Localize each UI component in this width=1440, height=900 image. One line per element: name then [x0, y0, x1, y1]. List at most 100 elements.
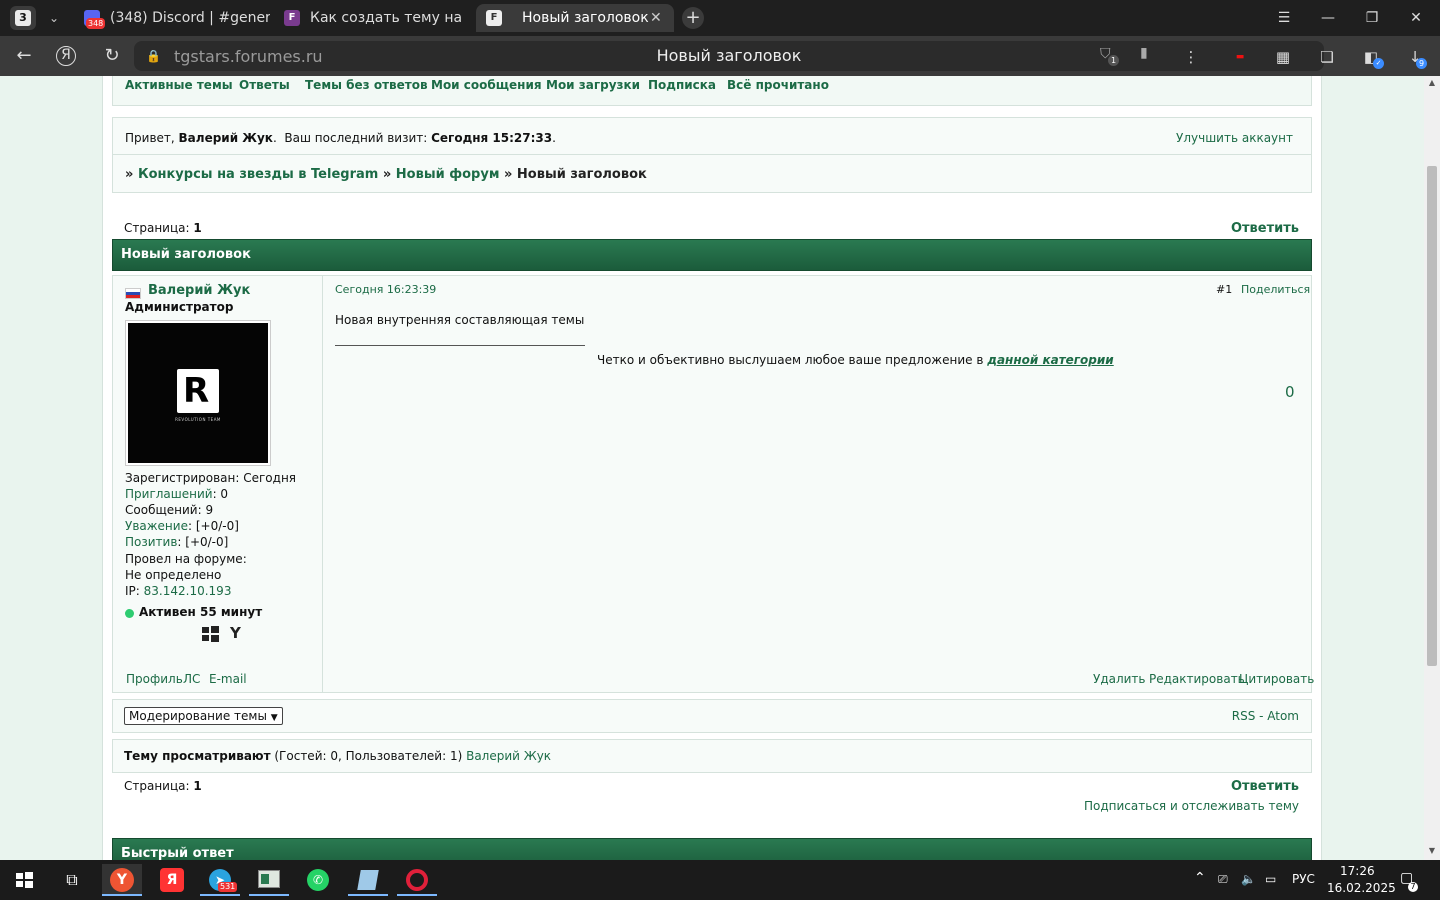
more-icon[interactable]: ⋮ — [1180, 46, 1202, 68]
profile-link[interactable]: Профиль — [126, 672, 183, 686]
notes-app-icon[interactable] — [348, 864, 388, 896]
yandex-browser-taskbar-icon[interactable]: Y — [102, 864, 142, 896]
menu-icon[interactable]: ☰ — [1274, 8, 1294, 28]
viewer-user-link[interactable]: Валерий Жук — [466, 749, 551, 763]
respect: Уважение: [+0/-0] — [125, 519, 239, 533]
scrollbar-thumb[interactable] — [1427, 166, 1437, 666]
menu-my-uploads[interactable]: Мои загрузки — [546, 78, 640, 92]
qr-code-icon[interactable]: ▦ — [1272, 46, 1294, 68]
tab-title: Как создать тему на фору — [310, 10, 466, 26]
reload-icon[interactable]: ↻ — [100, 44, 124, 68]
collections-icon[interactable]: ❏ — [1316, 46, 1338, 68]
post-author-panel: Валерий Жук Администратор R REVOLUTION T… — [113, 276, 323, 692]
volume-icon[interactable]: 🔈 — [1241, 872, 1256, 886]
page-label: Страница: — [124, 779, 190, 793]
moderation-select-value: Модерирование темы — [129, 709, 267, 723]
positive-value: : [+0/-0] — [177, 535, 229, 549]
menu-mark-all-read[interactable]: Всё прочитано — [727, 78, 829, 92]
discord-badge: 348 — [86, 18, 106, 29]
signature-divider — [335, 345, 585, 346]
breadcrumb-forum[interactable]: Новый форум — [396, 167, 500, 182]
extension-red-icon[interactable]: ▬ — [1228, 46, 1252, 68]
reply-button-bottom[interactable]: Ответить — [1231, 779, 1299, 794]
edit-link[interactable]: Редактировать — [1149, 672, 1245, 686]
chevron-down-icon: ▼ — [270, 713, 278, 723]
yandex-icon[interactable]: Я — [56, 46, 76, 66]
yandex-icon[interactable]: Я — [152, 864, 192, 896]
close-tab-icon[interactable]: ✕ — [650, 4, 662, 32]
ip-link[interactable]: 83.142.10.193 — [144, 584, 232, 598]
chevron-down-icon[interactable]: ⌄ — [44, 8, 64, 28]
back-icon[interactable]: ← — [12, 44, 36, 68]
scroll-up-icon[interactable]: ▲ — [1424, 76, 1440, 90]
menu-replies[interactable]: Ответы — [239, 78, 290, 92]
breadcrumb-category[interactable]: Конкурсы на звезды в Telegram — [138, 167, 378, 182]
share-link[interactable]: Поделиться — [1241, 283, 1310, 296]
respect-value: : [+0/-0] — [187, 519, 239, 533]
last-visit-label: Ваш последний визит: — [284, 131, 428, 145]
minimize-icon[interactable]: — — [1318, 8, 1338, 28]
rss-link[interactable]: RSS - Atom — [1232, 709, 1299, 723]
clock-time[interactable]: 17:26 — [1340, 864, 1375, 878]
delete-link[interactable]: Удалить — [1093, 672, 1146, 686]
email-link[interactable]: E-mail — [209, 672, 247, 686]
menu-unanswered[interactable]: Темы без ответов — [305, 78, 428, 92]
breadcrumb-separator: » — [125, 167, 134, 182]
task-view-icon[interactable]: ⧉ — [52, 864, 92, 896]
opera-icon[interactable] — [397, 864, 437, 896]
tab-discord[interactable]: 348 (348) Discord | #general-c — [84, 4, 270, 32]
shield-badge: 1 — [1108, 55, 1119, 66]
new-tab-button[interactable]: + — [682, 7, 704, 29]
close-window-icon[interactable]: ✕ — [1406, 8, 1426, 28]
signature-link[interactable]: данной категории — [987, 353, 1113, 367]
avatar: R REVOLUTION TEAM — [125, 320, 271, 466]
viewers-box: Тему просматривают (Гостей: 0, Пользоват… — [112, 739, 1312, 773]
menu-active-topics[interactable]: Активные темы — [125, 78, 233, 92]
clock-date[interactable]: 16.02.2025 — [1327, 881, 1396, 895]
omnibox[interactable]: 🔒 tgstars.forumes.ru Новый заголовок ⛉ 1… — [134, 41, 1324, 71]
author-name[interactable]: Валерий Жук — [148, 283, 250, 298]
meet-icon[interactable]: ⎚ — [1218, 872, 1228, 887]
positive-link[interactable]: Позитив — [125, 535, 177, 549]
start-icon[interactable] — [4, 864, 44, 896]
like-counter[interactable]: 0 — [1285, 383, 1295, 401]
r-logo-icon: R — [177, 369, 219, 413]
post-number[interactable]: #1 — [1216, 283, 1232, 296]
breadcrumb-separator: » — [382, 167, 392, 182]
app-window-icon[interactable] — [249, 864, 289, 896]
tab-current[interactable]: F Новый заголовок ✕ — [476, 4, 674, 32]
download-badge: 9 — [1416, 58, 1427, 69]
russia-flag-icon — [125, 288, 141, 299]
reply-button-top[interactable]: Ответить — [1231, 221, 1299, 236]
forum-favicon-icon: F — [284, 10, 300, 26]
chevron-up-icon[interactable]: ⌃ — [1194, 870, 1206, 886]
scrollbar[interactable]: ▲ ▼ — [1424, 76, 1440, 860]
invites-link[interactable]: Приглашений — [125, 487, 213, 501]
whatsapp-icon[interactable]: ✆ — [298, 864, 338, 896]
respect-link[interactable]: Уважение — [125, 519, 188, 533]
welcome-box: Привет, Валерий Жук. Ваш последний визит… — [112, 117, 1312, 193]
quote-link[interactable]: Цитировать — [1239, 672, 1314, 686]
network-icon[interactable]: ▭ — [1265, 872, 1276, 886]
viewers-label: Тему просматривают — [124, 749, 271, 763]
telegram-icon[interactable]: ➤ 531 — [200, 864, 240, 896]
greeting: Привет, — [125, 131, 175, 145]
page-number: 1 — [193, 779, 202, 793]
pm-link[interactable]: ЛС — [183, 672, 200, 686]
tab-forum-help[interactable]: F Как создать тему на фору — [284, 4, 466, 32]
breadcrumb-current: Новый заголовок — [516, 167, 647, 182]
restore-icon[interactable]: ❐ — [1362, 8, 1382, 28]
menu-my-posts[interactable]: Мои сообщения — [431, 78, 542, 92]
moderation-select[interactable]: Модерирование темы ▼ — [124, 707, 283, 725]
subscribe-link[interactable]: Подписаться и отслеживать тему — [1084, 799, 1299, 813]
tab-count: 3 — [15, 10, 31, 26]
post-body: Новая внутренняя составляющая темы — [335, 313, 585, 327]
bookmark-icon[interactable]: ▮ — [1140, 45, 1148, 61]
tab-count-button[interactable]: 3 — [10, 6, 36, 30]
upgrade-account-link[interactable]: Улучшить аккаунт — [1176, 131, 1293, 145]
notifications-badge: 7 — [1408, 882, 1418, 892]
menu-subscription[interactable]: Подписка — [648, 78, 716, 92]
scroll-down-icon[interactable]: ▼ — [1424, 844, 1440, 858]
language-indicator[interactable]: РУС — [1292, 872, 1315, 886]
page-label: Страница: — [124, 221, 190, 235]
